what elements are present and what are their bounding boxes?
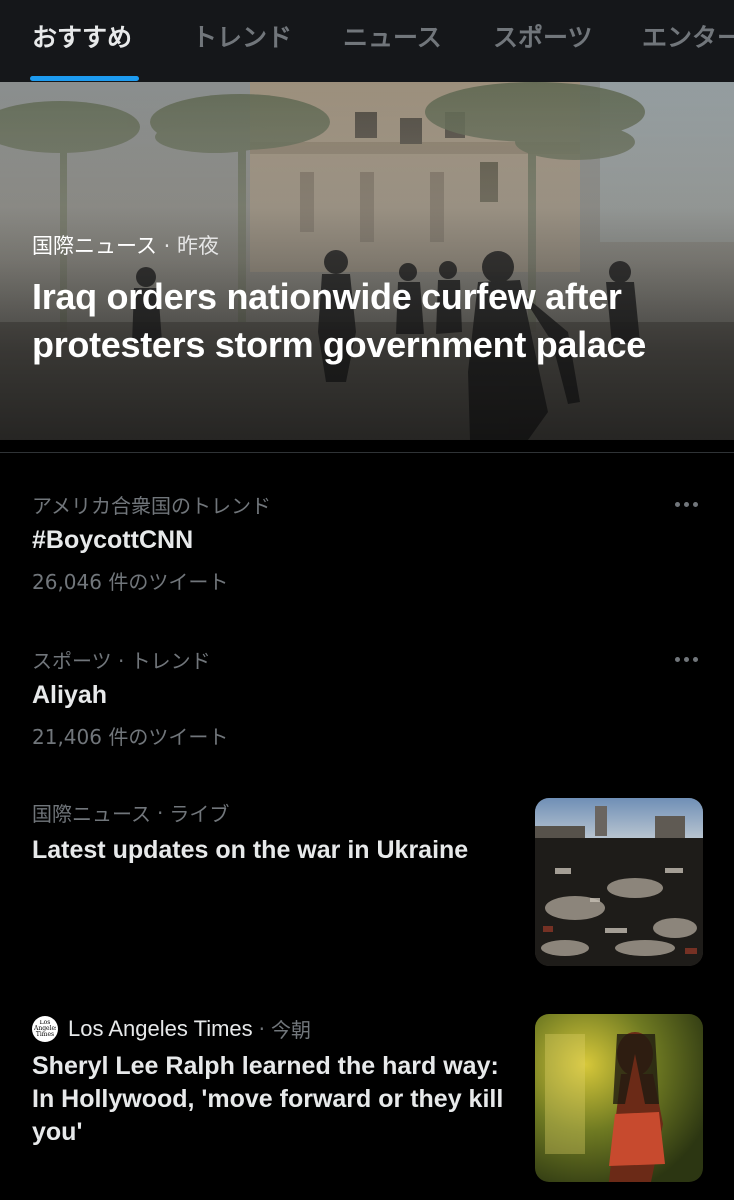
news-thumbnail	[535, 798, 703, 966]
news-headline: Latest updates on the war in Ukraine	[32, 836, 469, 864]
trend-tweet-count: 26,046 件のツイート	[32, 570, 229, 594]
news-headline: Sheryl Lee Ralph learned the hard way: I…	[32, 1052, 504, 1146]
hero-meta: 国際ニュース · 昨夜	[32, 230, 219, 260]
active-tab-indicator	[30, 76, 139, 81]
tab-news[interactable]: ニュース	[343, 20, 442, 56]
news-meta: Los Angeles Times Los Angeles Times · 今朝	[32, 1014, 311, 1043]
hero-headline: Iraq orders nationwide curfew after prot…	[32, 276, 646, 365]
news-separator: ·	[258, 1016, 266, 1041]
tab-sports[interactable]: スポーツ	[493, 20, 593, 56]
news-meta: 国際ニュース · ライブ	[32, 798, 229, 827]
trend-item[interactable]: アメリカ合衆国のトレンド #BoycottCNN 26,046 件のツイート	[0, 490, 734, 600]
news-item[interactable]: Los Angeles Times Los Angeles Times · 今朝…	[0, 1014, 734, 1184]
hero-story-card[interactable]: 国際ニュース · 昨夜 Iraq orders nationwide curfe…	[0, 82, 734, 440]
news-source: Los Angeles Times	[68, 1015, 253, 1041]
hero-shade	[0, 82, 734, 440]
news-time: ライブ	[169, 802, 230, 826]
news-category: 国際ニュース	[32, 802, 151, 826]
trend-name: #BoycottCNN	[32, 526, 194, 554]
trend-context: アメリカ合衆国のトレンド	[32, 494, 271, 518]
more-horizontal-icon[interactable]	[666, 647, 706, 671]
trend-item[interactable]: スポーツ · トレンド Aliyah 21,406 件のツイート	[0, 645, 734, 755]
tab-trending[interactable]: トレンド	[192, 20, 292, 56]
news-item[interactable]: 国際ニュース · ライブ Latest updates on the war i…	[0, 798, 734, 973]
los-angeles-times-logo: Los Angeles Times	[32, 1015, 58, 1042]
trend-name: Aliyah	[32, 681, 108, 709]
hero-time: 昨夜	[177, 234, 220, 258]
hero-category: 国際ニュース	[32, 234, 157, 258]
trend-context: スポーツ · トレンド	[32, 649, 211, 673]
section-divider	[0, 452, 734, 453]
hero-separator: ·	[163, 234, 171, 258]
tab-entertainment[interactable]: エンター	[642, 20, 734, 56]
trend-tweet-count: 21,406 件のツイート	[32, 725, 229, 749]
tab-for-you[interactable]: おすすめ	[32, 20, 132, 56]
news-thumbnail	[535, 1014, 703, 1182]
news-separator: ·	[157, 800, 164, 825]
explore-tab-bar: おすすめ トレンド ニュース スポーツ エンター	[0, 0, 734, 82]
more-horizontal-icon[interactable]	[666, 492, 706, 516]
news-time: 今朝	[271, 1018, 312, 1042]
